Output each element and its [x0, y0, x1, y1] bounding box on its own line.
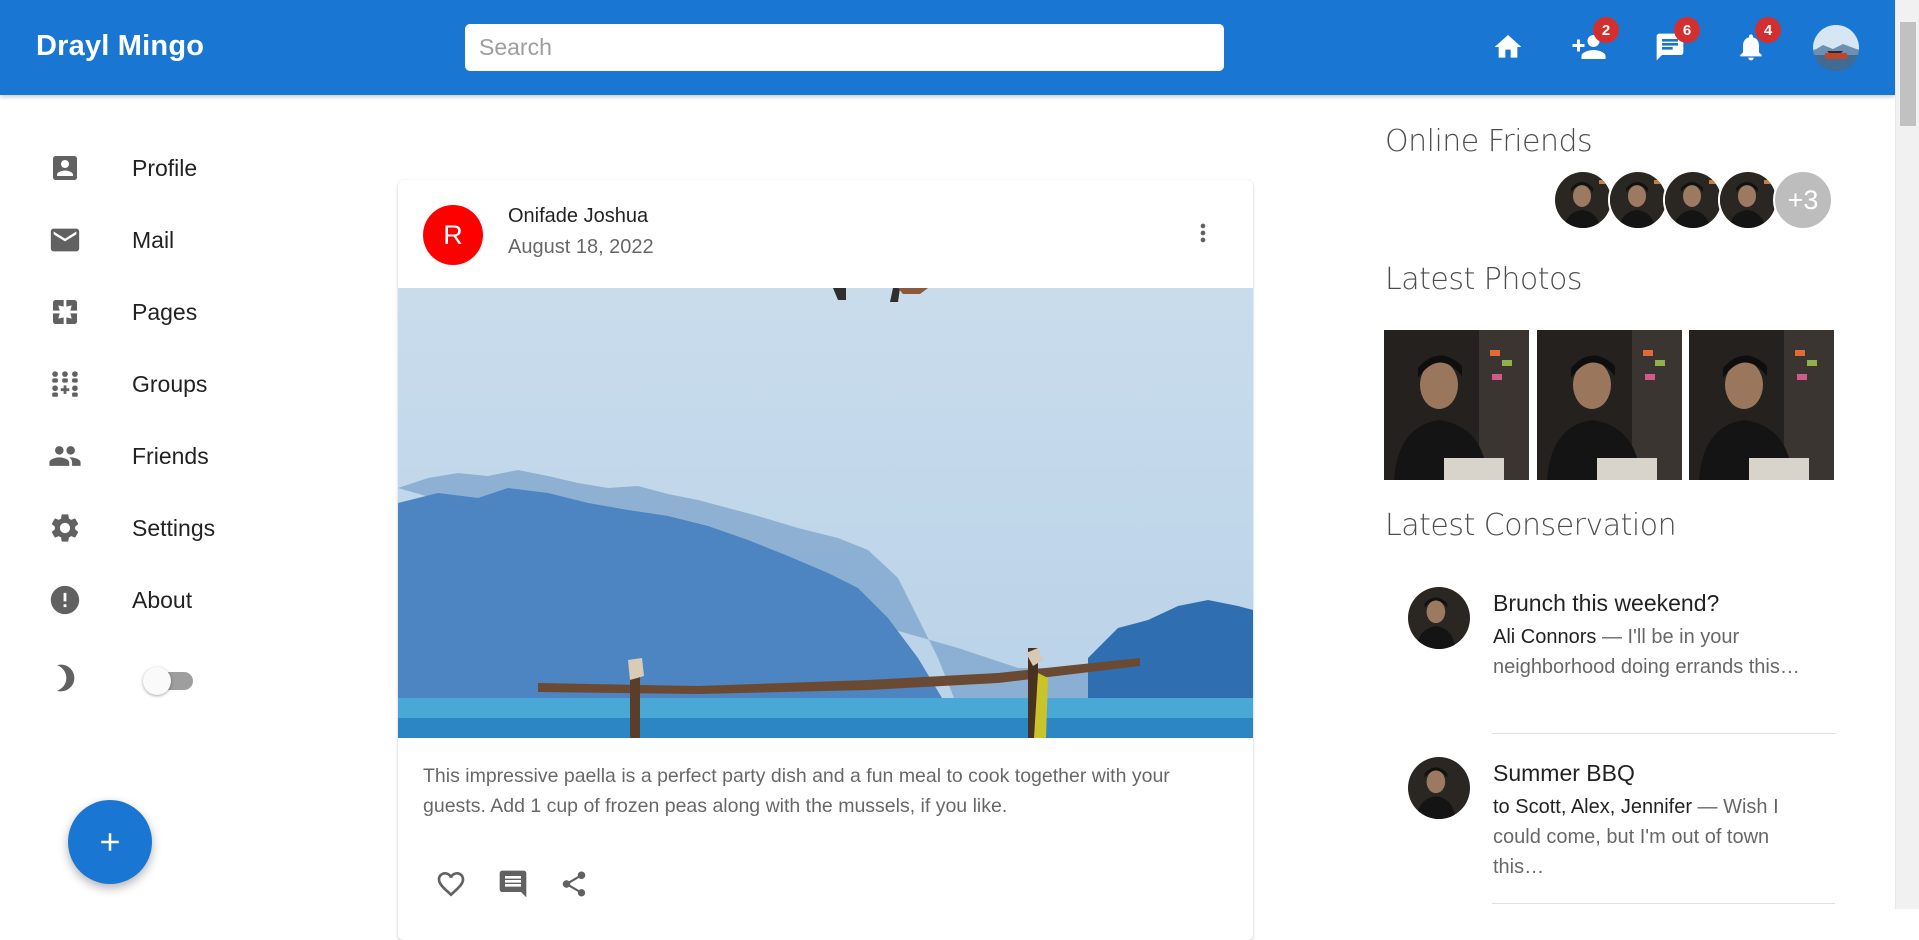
pages-icon	[48, 295, 82, 329]
post-author-name: Onifade Joshua	[508, 205, 649, 227]
sidebar-item-about[interactable]: About	[48, 578, 192, 622]
conversation-sender: Ali Connors	[1493, 626, 1597, 648]
online-friend-avatar[interactable]	[1663, 170, 1723, 230]
sidebar-item-mail[interactable]: Mail	[48, 218, 174, 262]
plus-icon	[101, 833, 119, 851]
latest-photo[interactable]	[1384, 330, 1529, 480]
chat-icon[interactable]: 6	[1648, 17, 1700, 69]
sidebar-item-settings[interactable]: Settings	[48, 506, 215, 550]
add-post-button[interactable]	[68, 800, 152, 884]
latest-photo[interactable]	[1689, 330, 1834, 480]
comment-icon[interactable]	[485, 862, 547, 906]
notifications-icon[interactable]: 4	[1729, 17, 1781, 69]
sidebar-item-label: Friends	[132, 442, 209, 469]
toggle-knob	[143, 667, 171, 695]
sidebar-item-label: About	[132, 586, 193, 613]
sidebar-item-groups[interactable]: Groups	[48, 362, 207, 406]
favorite-icon[interactable]	[423, 862, 485, 906]
gear-icon	[48, 511, 82, 545]
notifications-badge: 4	[1755, 17, 1781, 43]
post-card: R Onifade Joshua August 18, 2022 This im…	[398, 180, 1253, 940]
scrollbar-thumb[interactable]	[1900, 22, 1916, 126]
conversation-item[interactable]: Brunch this weekend? Ali Connors — I'll …	[1385, 585, 1835, 735]
sidebar-item-label: Profile	[132, 154, 198, 181]
sidebar-item-profile[interactable]: Profile	[48, 146, 197, 190]
people-icon	[48, 439, 82, 473]
page-scrollbar[interactable]	[1895, 0, 1919, 909]
conversation-snippet: Ali Connors — I'll be in your neighborho…	[1493, 622, 1823, 682]
share-icon[interactable]	[547, 862, 609, 906]
conversation-title: Brunch this weekend?	[1493, 590, 1720, 616]
post-actions	[423, 862, 609, 906]
conversation-title: Summer BBQ	[1493, 760, 1635, 786]
latest-photos-title: Latest Photos	[1385, 262, 1582, 297]
sidebar-item-label: Groups	[132, 370, 208, 397]
post-author-avatar[interactable]: R	[423, 205, 483, 265]
brand-title[interactable]: Drayl Mingo	[36, 30, 204, 63]
error-icon	[48, 583, 82, 617]
messages-badge: 6	[1674, 17, 1700, 43]
sidebar-item-friends[interactable]: Friends	[48, 434, 209, 478]
online-friend-avatar[interactable]	[1718, 170, 1778, 230]
friend-requests-badge: 2	[1593, 17, 1619, 43]
search-input[interactable]	[465, 24, 1224, 71]
brightness-icon	[48, 661, 82, 695]
sidebar-item-label: Settings	[132, 514, 216, 541]
dark-mode-row	[48, 656, 82, 700]
app-bar: Drayl Mingo 2 6 4	[0, 0, 1895, 95]
more-vert-icon[interactable]	[1186, 210, 1220, 256]
home-icon[interactable]	[1486, 25, 1530, 69]
conversation-avatar	[1408, 587, 1470, 649]
sidebar-item-label: Pages	[132, 298, 198, 325]
more-friends-count[interactable]: +3	[1773, 170, 1833, 230]
post-body: This impressive paella is a perfect part…	[423, 765, 1170, 817]
user-avatar[interactable]	[1813, 25, 1859, 71]
post-image	[398, 288, 1253, 738]
conversation-snippet: to Scott, Alex, Jennifer — Wish I could …	[1493, 792, 1823, 882]
conversation-divider	[1492, 733, 1835, 734]
sidebar-item-pages[interactable]: Pages	[48, 290, 197, 334]
latest-photo[interactable]	[1537, 330, 1682, 480]
conversation-avatar	[1408, 757, 1470, 819]
latest-conversation-title: Latest Conservation	[1385, 508, 1677, 543]
online-friends-title: Online Friends	[1385, 124, 1593, 159]
account-box-icon	[48, 151, 82, 185]
online-friend-avatar[interactable]	[1608, 170, 1668, 230]
post-date: August 18, 2022	[508, 236, 654, 258]
groups-icon	[48, 367, 82, 401]
conversation-divider	[1492, 903, 1835, 904]
person-add-icon[interactable]: 2	[1567, 17, 1619, 69]
dark-mode-toggle[interactable]	[143, 664, 203, 696]
conversation-item[interactable]: Summer BBQ to Scott, Alex, Jennifer — Wi…	[1385, 755, 1835, 905]
sidebar-item-label: Mail	[132, 226, 175, 253]
conversation-sender: to Scott, Alex, Jennifer	[1493, 796, 1692, 818]
online-friend-avatar[interactable]	[1553, 170, 1613, 230]
mail-icon	[48, 223, 82, 257]
